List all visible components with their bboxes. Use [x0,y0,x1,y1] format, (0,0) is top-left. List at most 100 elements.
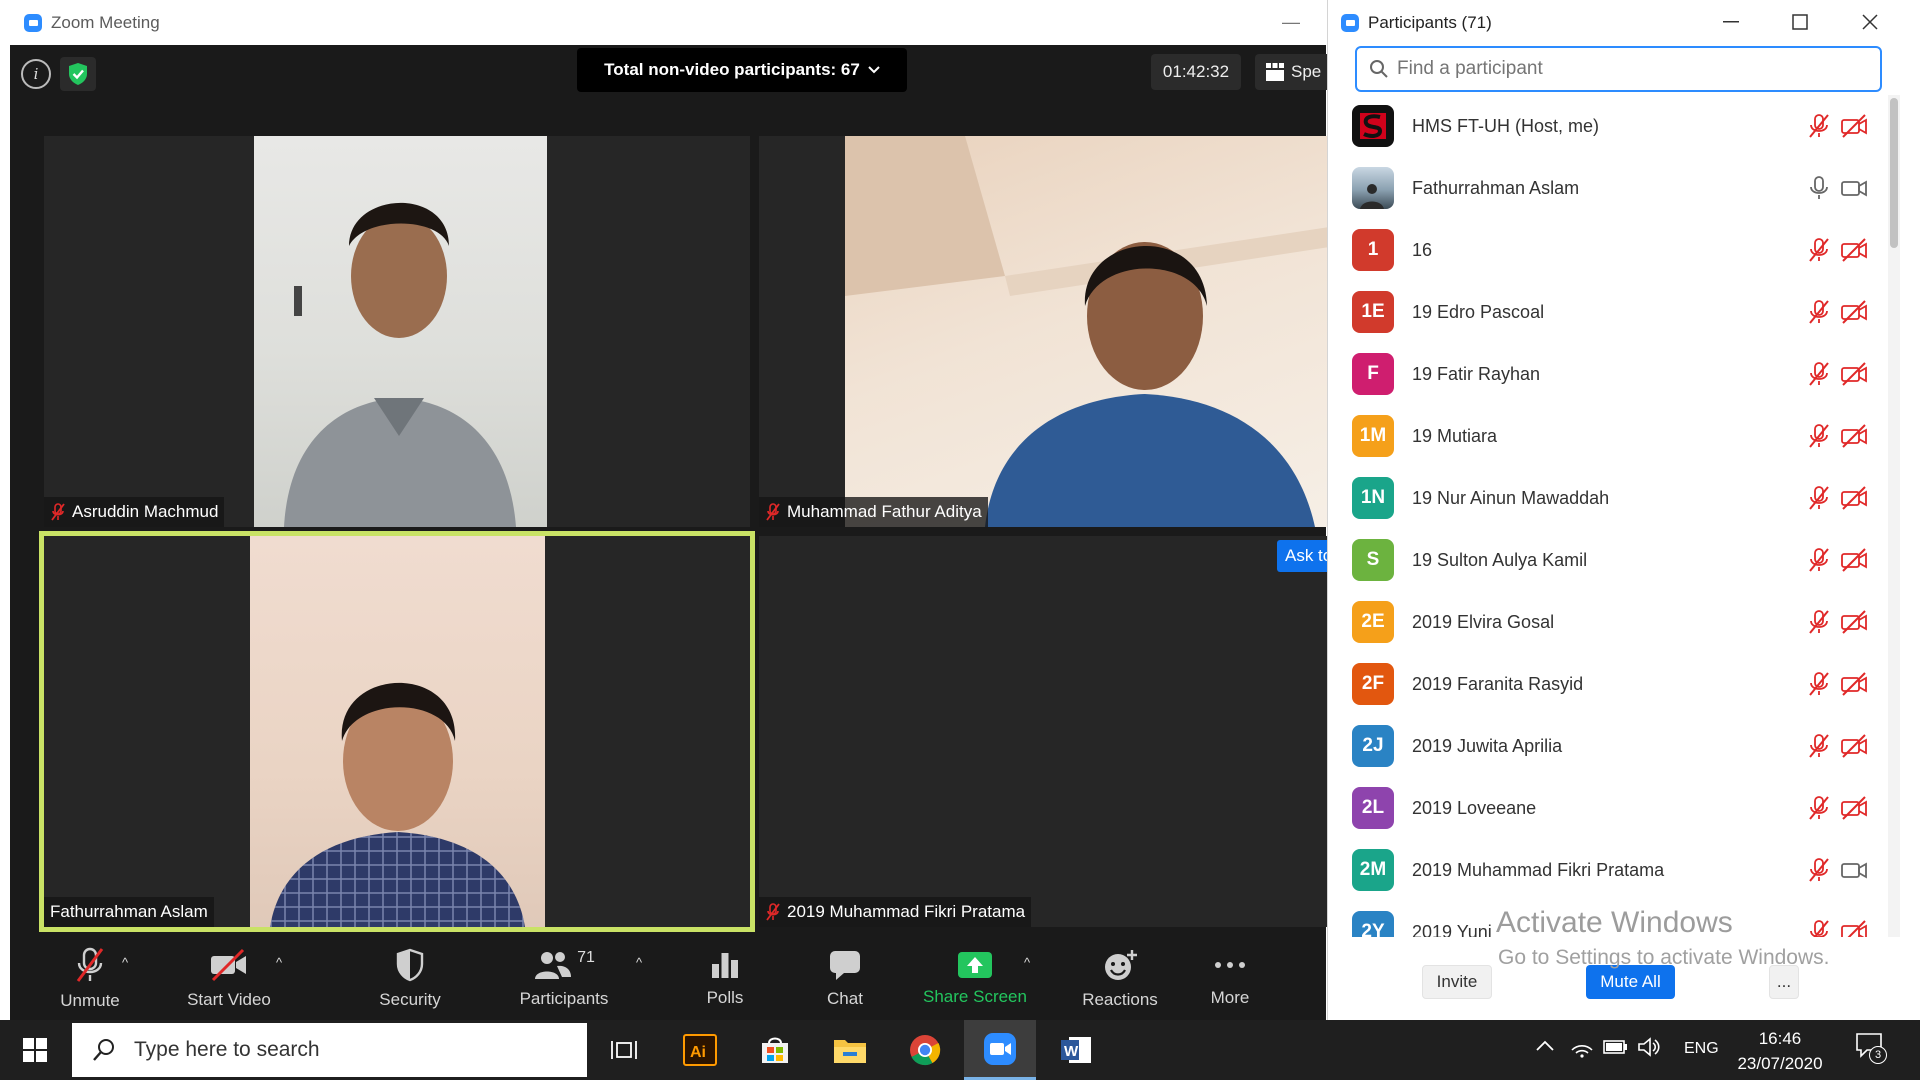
invite-button[interactable]: Invite [1422,965,1492,999]
audio-options-caret-icon[interactable]: ^ [122,955,128,970]
muted-mic-icon[interactable] [1806,609,1832,635]
muted-mic-icon[interactable] [1806,857,1832,883]
battery-icon[interactable] [1603,1038,1629,1056]
language-indicator[interactable]: ENG [1684,1040,1719,1058]
muted-mic-icon[interactable] [1806,733,1832,759]
maximize-icon[interactable] [1780,6,1820,38]
video-off-icon[interactable] [1840,733,1868,759]
zoom-logo-icon [24,13,42,32]
participant-name: Fathurrahman Aslam [50,902,208,921]
muted-mic-icon[interactable] [1806,919,1832,937]
participant-row[interactable]: 1M 19 Mutiara [1328,405,1888,467]
video-off-icon[interactable] [1840,547,1868,573]
mic-icon[interactable] [1806,175,1832,201]
wifi-icon[interactable] [1570,1036,1594,1058]
participant-row[interactable]: 2Y 2019 Yuni [1328,901,1888,937]
video-off-icon[interactable] [1840,609,1868,635]
windows-logo-icon [23,1038,47,1062]
muted-mic-icon[interactable] [1806,361,1832,387]
participant-name: HMS FT-UH (Host, me) [1412,115,1599,136]
participants-button[interactable]: 71 Participants [504,937,624,1020]
participant-row[interactable]: 1N 19 Nur Ainun Mawaddah [1328,467,1888,529]
muted-mic-icon[interactable] [1806,671,1832,697]
participant-row[interactable]: 2E 2019 Elvira Gosal [1328,591,1888,653]
video-off-icon[interactable] [1840,299,1868,325]
video-off-icon[interactable] [1840,423,1868,449]
start-video-button[interactable]: Start Video [170,937,288,1020]
minimize-icon[interactable] [1711,6,1751,38]
participant-name-tag: Muhammad Fathur Aditya [759,497,988,527]
chrome-icon [910,1035,941,1066]
reactions-label: Reactions [1082,989,1158,1009]
unmute-button[interactable]: Unmute [40,937,140,1020]
muted-mic-icon[interactable] [1806,237,1832,263]
encryption-shield-icon[interactable] [60,57,96,91]
participant-search-input[interactable] [1397,58,1837,80]
video-off-icon[interactable] [1840,237,1868,263]
share-options-caret-icon[interactable]: ^ [1024,955,1030,970]
more-options-button[interactable]: ... [1769,965,1799,999]
participant-row[interactable]: 2F 2019 Faranita Rasyid [1328,653,1888,715]
video-off-icon [211,948,246,981]
polls-button[interactable]: Polls [675,937,775,1020]
action-center-button[interactable]: 3 [1855,1032,1895,1068]
video-camera-icon[interactable] [1840,857,1868,883]
participant-row[interactable]: 2J 2019 Juwita Aprilia [1328,715,1888,777]
chrome-taskbar-button[interactable] [889,1020,961,1080]
participant-row[interactable]: HMS FT-UH (Host, me) [1328,95,1888,157]
participant-row[interactable]: 2L 2019 Loveeane [1328,777,1888,839]
reactions-button[interactable]: Reactions [1060,937,1180,1020]
muted-mic-icon[interactable] [1806,485,1832,511]
zoom-taskbar-button[interactable] [964,1020,1036,1080]
reactions-emoji-icon [1105,949,1137,980]
word-taskbar-button[interactable]: W [1040,1020,1112,1080]
taskbar-search-box[interactable]: Type here to search [72,1023,587,1077]
participant-name: 2019 Elvira Gosal [1412,611,1555,632]
video-off-icon[interactable] [1840,361,1868,387]
mute-all-button[interactable]: Mute All [1586,965,1675,999]
panel-title: Participants (71) [1368,12,1492,32]
share-screen-button[interactable]: Share Screen [910,937,1040,1020]
volume-icon[interactable] [1637,1036,1661,1058]
video-options-caret-icon[interactable]: ^ [276,955,282,970]
meeting-info-icon[interactable]: i [21,59,51,89]
minimize-icon[interactable]: — [1282,12,1300,32]
muted-mic-icon[interactable] [1806,423,1832,449]
window-title-bar: Zoom Meeting — [10,0,1326,45]
video-tile-asruddin[interactable]: Asruddin Machmud [44,136,750,527]
video-camera-icon[interactable] [1840,175,1868,201]
scrollbar-thumb[interactable] [1890,98,1898,248]
muted-mic-icon[interactable] [1806,795,1832,821]
participant-row[interactable]: 2M 2019 Muhammad Fikri Pratama [1328,839,1888,901]
illustrator-taskbar-button[interactable]: Ai [664,1020,736,1080]
close-icon[interactable] [1850,6,1890,38]
non-video-participants-dropdown[interactable]: Total non-video participants: 67 [577,48,907,92]
participant-row[interactable]: 1 16 [1328,219,1888,281]
participants-options-caret-icon[interactable]: ^ [636,955,642,970]
video-tile-muhammad-fikri[interactable]: 2019 Muhammad Fikri Pratama [759,536,1336,927]
more-button[interactable]: More [1180,937,1280,1020]
video-tile-fathurrahman-active-speaker[interactable]: Fathurrahman Aslam [39,531,755,932]
start-button[interactable] [0,1020,70,1080]
muted-mic-icon[interactable] [1806,299,1832,325]
security-button[interactable]: Security [360,937,460,1020]
participant-search-box[interactable] [1355,46,1882,92]
participant-row[interactable]: F 19 Fatir Rayhan [1328,343,1888,405]
file-explorer-taskbar-button[interactable] [814,1020,886,1080]
participant-row[interactable]: Fathurrahman Aslam [1328,157,1888,219]
store-taskbar-button[interactable] [739,1020,811,1080]
taskbar-clock[interactable]: 16:46 23/07/2020 [1720,1026,1840,1076]
participant-row[interactable]: S 19 Sulton Aulya Kamil [1328,529,1888,591]
video-off-icon[interactable] [1840,485,1868,511]
muted-mic-icon[interactable] [1806,113,1832,139]
muted-mic-icon[interactable] [1806,547,1832,573]
video-off-icon[interactable] [1840,113,1868,139]
video-off-icon[interactable] [1840,795,1868,821]
video-off-icon[interactable] [1840,671,1868,697]
video-tile-muhammad-fathur[interactable]: Muhammad Fathur Aditya [759,136,1336,527]
task-view-button[interactable] [588,1020,660,1080]
chat-button[interactable]: Chat [795,937,895,1020]
chevron-up-icon[interactable] [1535,1040,1555,1052]
video-off-icon[interactable] [1840,919,1868,937]
participant-row[interactable]: 1E 19 Edro Pascoal [1328,281,1888,343]
